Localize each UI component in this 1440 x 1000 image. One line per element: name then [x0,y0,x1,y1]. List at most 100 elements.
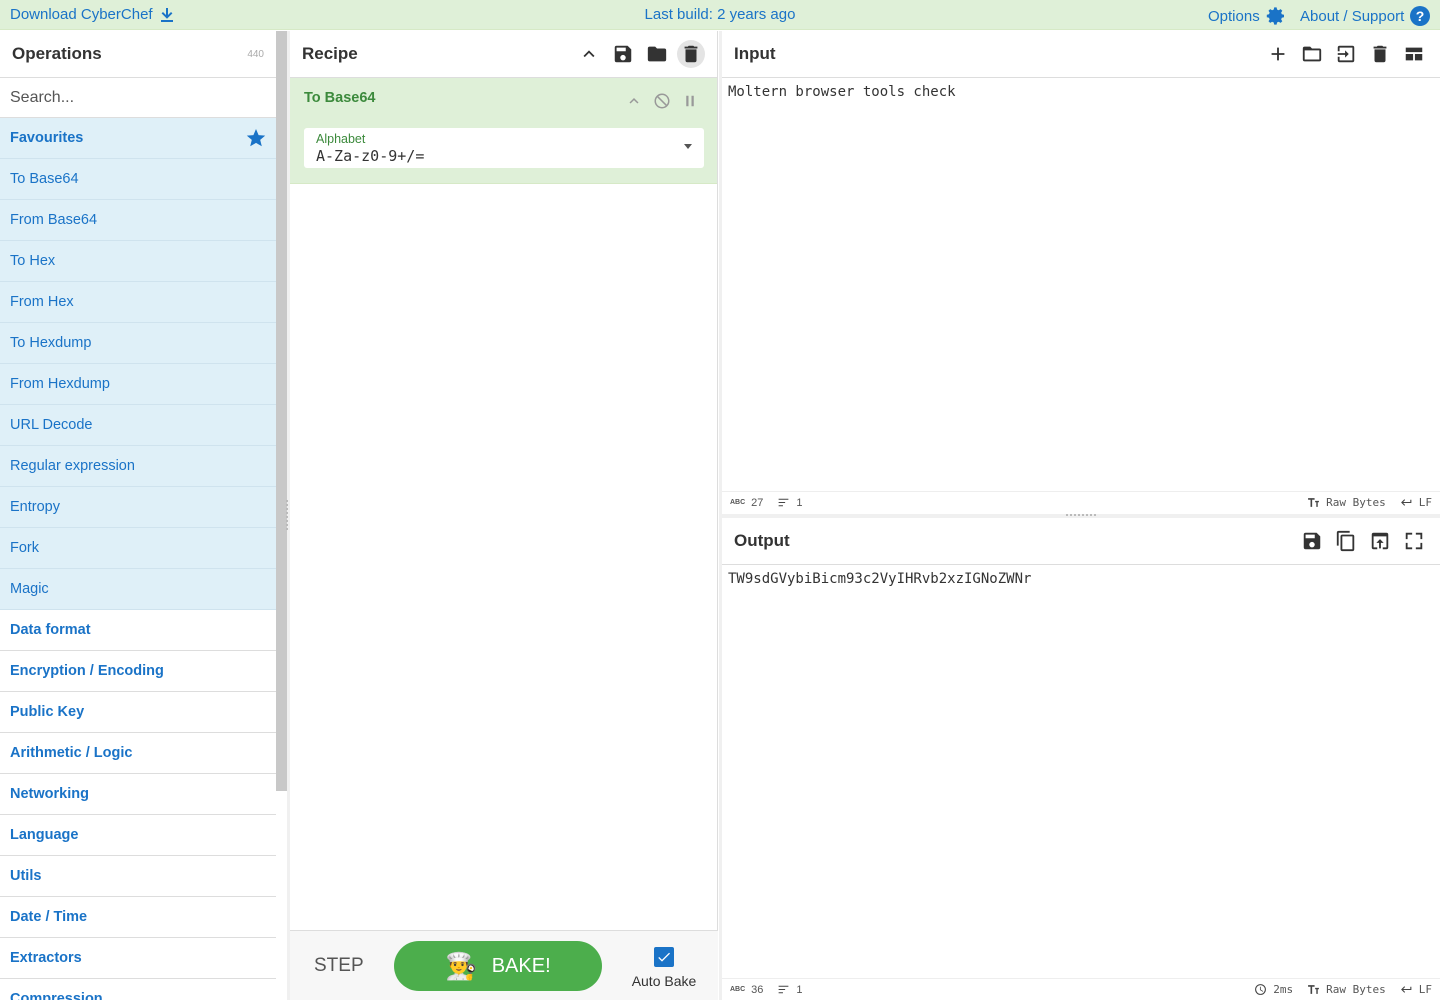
category-favourites[interactable]: Favourites [0,118,276,159]
save-icon [1303,532,1321,550]
options-link[interactable]: Options [1208,6,1286,26]
help-icon: ? [1410,6,1431,26]
category-public-key[interactable]: Public Key [0,692,276,733]
save-recipe-button[interactable] [609,40,637,68]
io-gutter-handle[interactable] [1066,514,1096,517]
move-to-input-icon [1371,532,1389,550]
input-lines: 1 [777,496,803,509]
output-title: Output [734,531,790,550]
maximise-output-button[interactable] [1400,527,1428,555]
save-icon [614,45,632,63]
category-extractors[interactable]: Extractors [0,938,276,979]
category-date-time[interactable]: Date / Time [0,897,276,938]
download-cyberchef-link[interactable]: Download CyberChef [10,6,175,23]
chef-icon: 👨‍🍳 [445,950,478,981]
download-icon [160,7,173,22]
op-to-hexdump[interactable]: To Hexdump [0,323,276,364]
output-encoding[interactable]: Raw Bytes [1307,983,1386,996]
save-output-button[interactable] [1298,527,1326,555]
search-input[interactable] [10,88,266,107]
text-format-icon [1308,498,1320,507]
auto-bake-checkbox[interactable] [654,947,674,967]
input-title: Input [734,44,776,63]
caret-down-icon [684,144,692,149]
about-support-link[interactable]: About / Support ? [1300,6,1431,26]
category-data-format[interactable]: Data format [0,610,276,651]
operations-panel: Operations 440 Favourites To Base64 From… [0,31,276,1000]
output-text[interactable]: TW9sdGVybiBicm93c2VyIHRvb2xzIGNoZWNr [722,565,1440,978]
bake-button[interactable]: 👨‍🍳 BAKE! [394,941,602,991]
op-magic[interactable]: Magic [0,569,276,610]
output-lines: 1 [777,983,803,996]
collapse-all-button[interactable] [575,40,603,68]
category-arithmetic-logic[interactable]: Arithmetic / Logic [0,733,276,774]
top-banner: Download CyberChef Last build: 2 years a… [0,0,1440,30]
clear-recipe-button[interactable] [677,40,705,68]
return-icon [1400,986,1412,993]
recipe-header: Recipe [290,31,717,78]
folder-open-icon [1302,46,1322,62]
fullscreen-icon [1405,532,1423,550]
op-from-hex[interactable]: From Hex [0,282,276,323]
text-format-icon [1308,985,1320,994]
output-eol[interactable]: LF [1400,983,1432,996]
open-folder-button[interactable] [1298,40,1326,68]
lines-icon [779,498,789,507]
gutter-handle[interactable] [286,500,289,530]
recipe-title: Recipe [302,44,358,63]
op-entropy[interactable]: Entropy [0,487,276,528]
category-language[interactable]: Language [0,815,276,856]
chevron-up-icon[interactable] [625,92,643,110]
svg-text:?: ? [1416,8,1425,24]
bake-time: 2ms [1254,983,1293,996]
gear-icon [1266,7,1284,25]
step-button[interactable]: STEP [314,955,364,977]
op-url-decode[interactable]: URL Decode [0,405,276,446]
recipe-operation-card[interactable]: To Base64 Alphabet A-Za-z0-9+/= [290,78,717,184]
op-from-base64[interactable]: From Base64 [0,200,276,241]
replace-input-button[interactable] [1366,527,1394,555]
chevron-up-icon [583,50,595,58]
input-encoding[interactable]: Raw Bytes [1307,496,1386,509]
clear-input-button[interactable] [1366,40,1394,68]
operations-header: Operations 440 [0,31,276,78]
load-recipe-button[interactable] [643,40,671,68]
about-label: About / Support [1300,7,1405,25]
op-from-hexdump[interactable]: From Hexdump [0,364,276,405]
op-regular-expression[interactable]: Regular expression [0,446,276,487]
input-eol[interactable]: LF [1400,496,1432,509]
operations-title: Operations [12,44,102,63]
category-networking[interactable]: Networking [0,774,276,815]
copy-output-button[interactable] [1332,527,1360,555]
trash-icon [1373,45,1387,63]
reset-layout-button[interactable] [1400,40,1428,68]
abc-icon: ABC [730,499,746,506]
output-eol-value: LF [1418,983,1432,996]
copy-icon [1336,530,1355,552]
bake-label: BAKE! [491,954,551,977]
op-to-base64[interactable]: To Base64 [0,159,276,200]
disable-icon[interactable] [653,92,671,110]
alphabet-select[interactable]: Alphabet A-Za-z0-9+/= [304,128,704,168]
add-tab-button[interactable] [1264,40,1292,68]
category-encryption-encoding[interactable]: Encryption / Encoding [0,651,276,692]
star-icon[interactable] [246,128,266,148]
operations-scrollbar[interactable] [276,31,287,791]
input-length-value: 27 [751,496,764,509]
options-label: Options [1208,7,1260,25]
recipe-panel: Recipe To Base64 Alphabet A-Za-z0-9+/= S… [290,31,718,1000]
category-utils[interactable]: Utils [0,856,276,897]
download-label: Download CyberChef [10,6,153,23]
op-fork[interactable]: Fork [0,528,276,569]
auto-bake-toggle: Auto Bake [626,947,702,989]
lines-icon [779,985,789,994]
op-to-hex[interactable]: To Hex [0,241,276,282]
category-compression[interactable]: Compression [0,979,276,1000]
pause-icon[interactable] [681,92,699,110]
output-status-bar: ABC 36 1 2ms Raw Bytes LF [722,978,1440,1000]
operations-count: 440 [247,48,264,60]
alphabet-label: Alphabet [316,132,366,146]
open-file-button[interactable] [1332,40,1360,68]
last-build-text[interactable]: Last build: 2 years ago [645,6,796,23]
input-textarea[interactable]: Moltern browser tools check [722,78,1440,491]
